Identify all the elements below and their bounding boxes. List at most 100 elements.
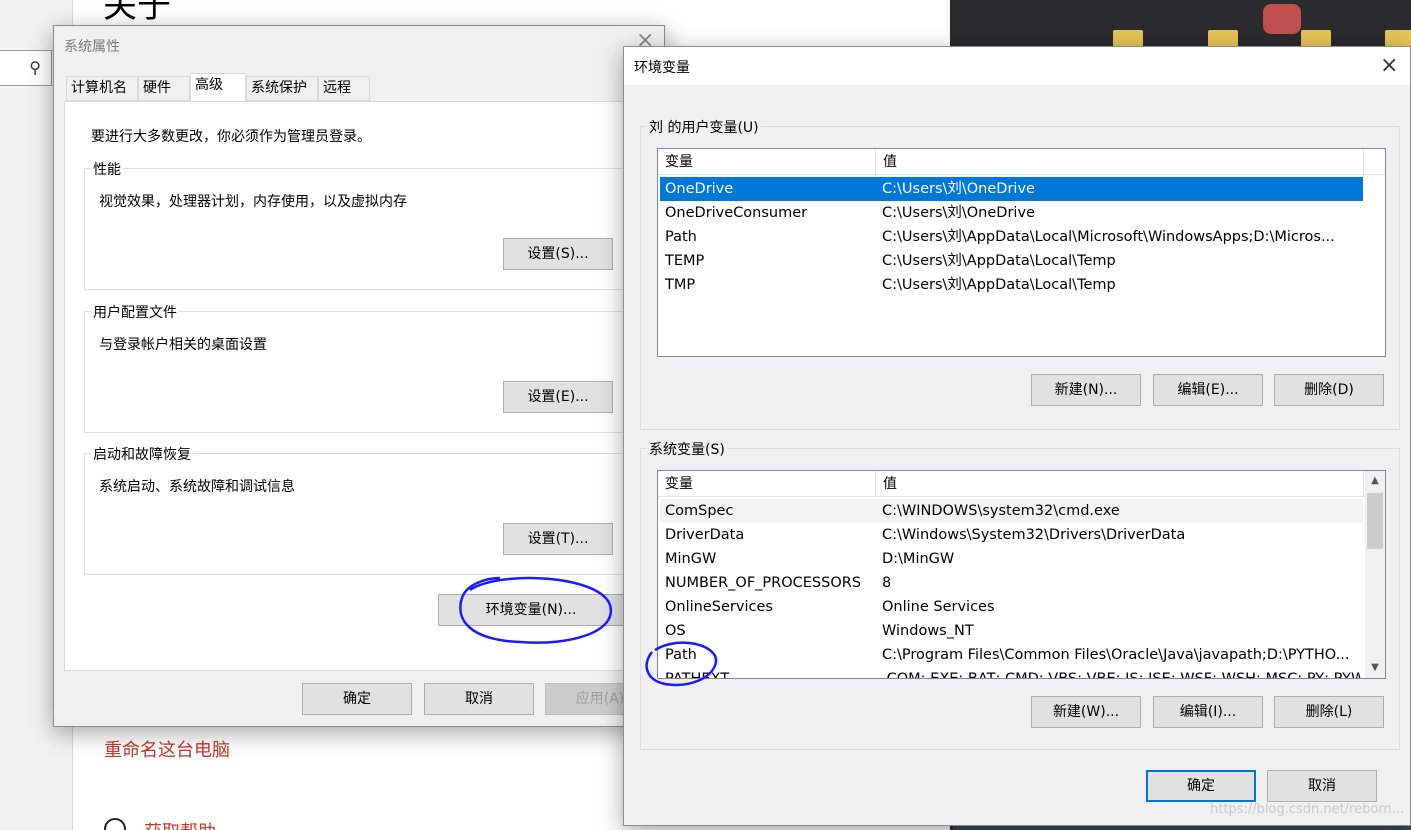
system-new-button[interactable]: 新建(W)...	[1031, 696, 1141, 728]
system-edit-button[interactable]: 编辑(I)...	[1153, 696, 1263, 728]
admin-note: 要进行大多数更改，你必须作为管理员登录。	[91, 129, 371, 145]
user-variables-group: 刘 的用户变量(U) 变量 值 OneDrive C:\Users\刘\OneD…	[640, 117, 1400, 430]
desktop-background	[953, 0, 1411, 47]
environment-variables-dialog: 环境变量 × 刘 的用户变量(U) 变量 值 OneDrive C:\Users…	[623, 46, 1411, 826]
system-properties-dialog: 系统属性 × 计算机名 硬件 高级 系统保护 远程 要进行大多数更改，你必须作为…	[53, 25, 665, 727]
user-profile-group: 用户配置文件 与登录帐户相关的桌面设置 设置(E)...	[84, 302, 654, 433]
variable-name: NUMBER_OF_PROCESSORS	[665, 575, 862, 591]
performance-group: 性能 视觉效果，处理器计划，内存使用，以及虚拟内存 设置(S)...	[84, 159, 654, 290]
variable-value: C:\Windows\System32\Drivers\DriverData	[882, 527, 1186, 543]
variable-value: 8	[882, 575, 892, 591]
list-item[interactable]: OS Windows_NT	[660, 619, 1363, 643]
scroll-down-icon[interactable]: ▼	[1365, 658, 1385, 678]
watermark: https://blog.csdn.net/reborn...	[1210, 802, 1405, 817]
system-delete-button[interactable]: 删除(L)	[1274, 696, 1384, 728]
advanced-tab-panel: 要进行大多数更改，你必须作为管理员登录。 性能 视觉效果，处理器计划，内存使用，…	[64, 101, 664, 671]
list-item[interactable]: TMP C:\Users\刘\AppData\Local\Temp	[660, 273, 1363, 297]
variable-name: OnlineServices	[665, 599, 773, 615]
list-item[interactable]: OnlineServices Online Services	[660, 595, 1363, 619]
folder-icon[interactable]	[1208, 30, 1238, 47]
help-icon	[104, 818, 126, 830]
performance-label: 性能	[91, 159, 123, 179]
variable-value: C:\Users\刘\OneDrive	[882, 181, 1035, 197]
user-new-button[interactable]: 新建(N)...	[1031, 374, 1141, 406]
folder-icon[interactable]	[1113, 30, 1143, 47]
list-item[interactable]: ComSpec C:\WINDOWS\system32\cmd.exe	[660, 499, 1363, 523]
tab-system-protection[interactable]: 系统保护	[246, 76, 318, 101]
settings-page-title: 关于	[103, 0, 171, 26]
list-item[interactable]: NUMBER_OF_PROCESSORS 8	[660, 571, 1363, 595]
user-delete-button[interactable]: 删除(D)	[1274, 374, 1384, 406]
performance-settings-button[interactable]: 设置(S)...	[503, 238, 613, 270]
variable-name: Path	[665, 647, 697, 663]
variable-value: D:\MinGW	[882, 551, 955, 567]
variable-name: OneDrive	[665, 181, 734, 197]
search-icon: ⚲	[29, 58, 41, 77]
cancel-button[interactable]: 取消	[424, 683, 534, 715]
user-edit-button[interactable]: 编辑(E)...	[1153, 374, 1263, 406]
tab-remote[interactable]: 远程	[318, 76, 370, 101]
user-variables-list[interactable]: 变量 值 OneDrive C:\Users\刘\OneDrive OneDri…	[657, 148, 1386, 357]
tab-computer-name[interactable]: 计算机名	[66, 76, 138, 101]
ok-button[interactable]: 确定	[302, 683, 412, 715]
system-variables-group: 系统变量(S) 变量 值 ComSpec C:\WINDOWS\system32…	[640, 439, 1400, 750]
column-header-value[interactable]: 值	[876, 471, 1364, 497]
user-profile-settings-button[interactable]: 设置(E)...	[503, 381, 613, 413]
startup-settings-button[interactable]: 设置(T)...	[503, 523, 613, 555]
user-variables-label: 刘 的用户变量(U)	[647, 117, 761, 137]
column-header-value[interactable]: 值	[876, 149, 1364, 175]
variable-name: Path	[665, 229, 697, 245]
list-item[interactable]: Path C:\Program Files\Common Files\Oracl…	[660, 643, 1363, 667]
variable-name: DriverData	[665, 527, 745, 543]
tab-advanced[interactable]: 高级	[190, 73, 246, 101]
list-item[interactable]: DriverData C:\Windows\System32\Drivers\D…	[660, 523, 1363, 547]
get-help-link[interactable]: 获取帮助	[144, 818, 216, 830]
user-profile-desc: 与登录帐户相关的桌面设置	[99, 337, 267, 353]
dialog-titlebar	[624, 47, 1410, 85]
variable-value: C:\Users\刘\AppData\Local\Temp	[882, 253, 1116, 269]
startup-recovery-label: 启动和故障恢复	[91, 444, 193, 464]
scroll-up-icon[interactable]: ▲	[1365, 471, 1385, 491]
list-item[interactable]: OneDrive C:\Users\刘\OneDrive	[660, 177, 1363, 201]
tab-hardware[interactable]: 硬件	[138, 76, 190, 101]
performance-desc: 视觉效果，处理器计划，内存使用，以及虚拟内存	[99, 194, 407, 210]
system-variables-list[interactable]: 变量 值 ComSpec C:\WINDOWS\system32\cmd.exe…	[657, 470, 1386, 679]
desktop-decoration	[1263, 4, 1301, 34]
variable-value: C:\Users\刘\AppData\Local\Temp	[882, 277, 1116, 293]
variable-name: OS	[665, 623, 686, 639]
variable-value: C:\Users\刘\AppData\Local\Microsoft\Windo…	[882, 229, 1335, 245]
startup-recovery-desc: 系统启动、系统故障和调试信息	[99, 479, 295, 495]
column-header-name[interactable]: 变量	[658, 471, 876, 497]
list-header: 变量 值	[658, 149, 1385, 175]
folder-icon[interactable]	[1301, 30, 1331, 47]
column-header-name[interactable]: 变量	[658, 149, 876, 175]
vertical-scrollbar[interactable]: ▲ ▼	[1365, 471, 1385, 678]
environment-variables-button[interactable]: 环境变量(N)...	[438, 594, 624, 626]
ok-button[interactable]: 确定	[1146, 770, 1256, 802]
variable-name: PATHEXT	[665, 671, 730, 679]
rename-pc-link[interactable]: 重命名这台电脑	[104, 736, 230, 762]
startup-recovery-group: 启动和故障恢复 系统启动、系统故障和调试信息 设置(T)...	[84, 444, 654, 575]
cancel-button[interactable]: 取消	[1267, 770, 1377, 802]
variable-value: .COM;.EXE;.BAT;.CMD;.VBS;.VBE;.JS;.JSE;.…	[882, 671, 1361, 679]
list-item[interactable]: Path C:\Users\刘\AppData\Local\Microsoft\…	[660, 225, 1363, 249]
user-profile-label: 用户配置文件	[91, 302, 179, 322]
list-item[interactable]: OneDriveConsumer C:\Users\刘\OneDrive	[660, 201, 1363, 225]
settings-search-box[interactable]: ⚲	[0, 50, 52, 86]
variable-value: Windows_NT	[882, 623, 974, 639]
variable-name: TMP	[665, 277, 696, 293]
variable-value: C:\Users\刘\OneDrive	[882, 205, 1035, 221]
variable-name: ComSpec	[665, 503, 734, 519]
list-item[interactable]: TEMP C:\Users\刘\AppData\Local\Temp	[660, 249, 1363, 273]
variable-name: MinGW	[665, 551, 717, 567]
list-item[interactable]: MinGW D:\MinGW	[660, 547, 1363, 571]
variable-name: TEMP	[665, 253, 705, 269]
system-variables-label: 系统变量(S)	[647, 439, 727, 459]
folder-icon[interactable]	[1385, 30, 1411, 47]
list-item[interactable]: PATHEXT .COM;.EXE;.BAT;.CMD;.VBS;.VBE;.J…	[660, 667, 1363, 679]
scrollbar-thumb[interactable]	[1367, 493, 1383, 549]
variable-name: OneDriveConsumer	[665, 205, 808, 221]
close-icon[interactable]: ×	[1380, 55, 1398, 77]
variable-value: Online Services	[882, 599, 995, 615]
variable-value: C:\WINDOWS\system32\cmd.exe	[882, 503, 1120, 519]
